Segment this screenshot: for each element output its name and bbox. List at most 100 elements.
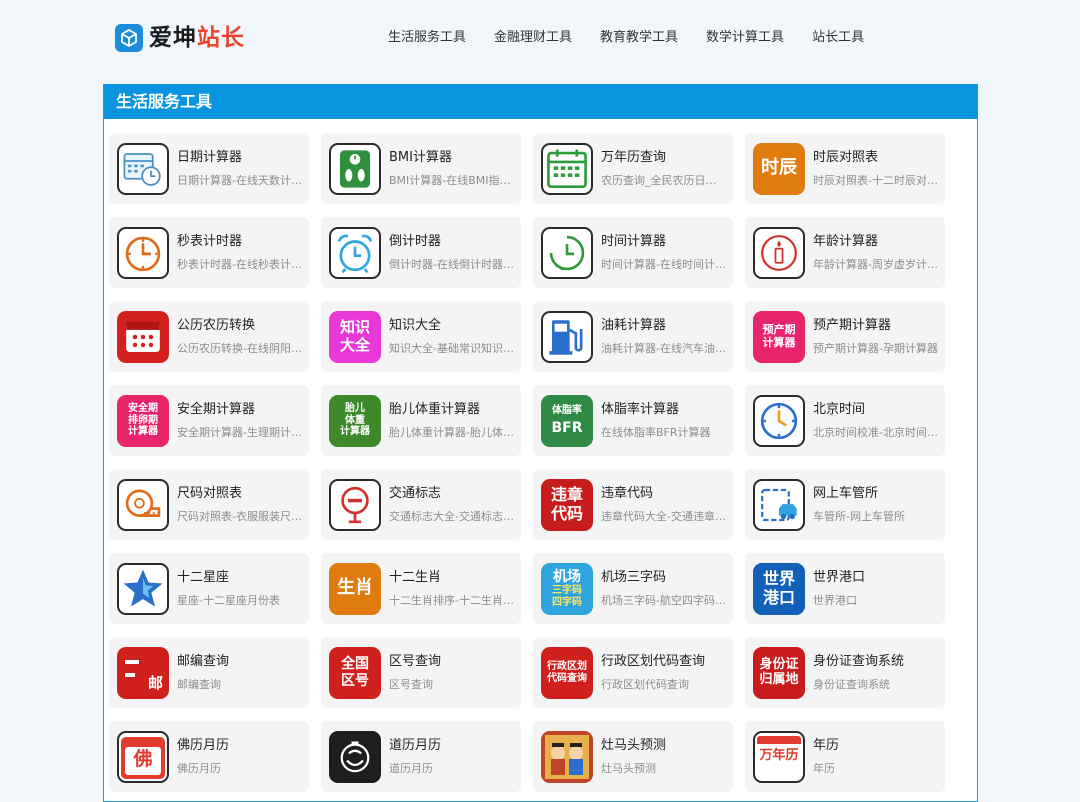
tool-card[interactable]: 邮邮编查询 邮编查询 (109, 637, 309, 708)
icon-label: 三字码 (552, 585, 582, 597)
icon-label: 代码查询 (547, 672, 587, 684)
tool-title[interactable]: 身份证查询系统 (813, 653, 945, 671)
tool-title[interactable]: 交通标志 (389, 485, 521, 503)
tool-card[interactable]: 生肖 十二生肖 十二生肖排序-十二生肖查询 (321, 553, 521, 624)
tool-card[interactable]: 倒计时器 倒计时器-在线倒计时器工具 (321, 217, 521, 288)
tool-text: 万年历查询 农历查询_全民农历日历查询 (601, 149, 733, 189)
site-logo[interactable]: 爱坤站长 (115, 24, 245, 52)
tool-title[interactable]: 预产期计算器 (813, 317, 945, 335)
tool-description: 车管所-网上车管所 (813, 509, 905, 523)
tool-card[interactable]: 秒表计时器 秒表计时器-在线秒表计时器 (109, 217, 309, 288)
tool-title[interactable]: 时间计算器 (601, 233, 733, 251)
tool-card[interactable]: 违章 代码 违章代码 违章代码大全-交通违章代码 (533, 469, 733, 540)
tool-card[interactable]: 油耗计算器油耗计算器-在线汽车油耗计算 (533, 301, 733, 372)
tool-title[interactable]: 日期计算器 (177, 149, 309, 167)
nav-webmaster-tools[interactable]: 站长工具 (812, 29, 864, 47)
tool-text: 区号查询 区号查询 (389, 653, 521, 693)
tool-card[interactable]: 全国 区号 区号查询 区号查询 (321, 637, 521, 708)
tool-card[interactable]: 机场 三字码 四字码 机场三字码 机场三字码-航空四字码查询 (533, 553, 733, 624)
year-calendar-icon: 万年历 (753, 730, 805, 783)
tool-description: 星座-十二星座月份表 (177, 593, 280, 607)
nav-life-tools[interactable]: 生活服务工具 (388, 29, 466, 47)
tool-card[interactable]: 万年历查询 农历查询_全民农历日历查询 (533, 133, 733, 204)
tool-description: 年历 (813, 761, 835, 775)
tool-card[interactable]: 十二星座星座-十二星座月份表 (109, 553, 309, 624)
tool-card[interactable]: 胎儿体重计算器胎儿体重计算器胎儿体重计算器-胎儿体重计算 (321, 385, 521, 456)
tool-text: 公历农历转换公历农历转换-在线阴阳历转换 (177, 317, 309, 357)
tool-title[interactable]: 油耗计算器 (601, 317, 733, 335)
airport-code-icon: 机场 三字码 四字码 (541, 562, 593, 615)
tool-card[interactable]: 身份证 归属地 身份证查询系统 身份证查询系统 (745, 637, 945, 708)
tool-card[interactable]: 行政区划 代码查询 行政区划代码查询 行政区划代码查询 (533, 637, 733, 708)
icon-label: 胎儿 (345, 403, 365, 415)
tool-title[interactable]: 道历月历 (389, 737, 521, 755)
tool-card[interactable]: 预产期 计算器 预产期计算器 预产期计算器-孕期计算器 (745, 301, 945, 372)
due-date-icon: 预产期 计算器 (753, 310, 805, 363)
icon-label: 全国 (341, 656, 369, 673)
tool-card[interactable]: 佛佛历月历 佛历月历 (109, 721, 309, 792)
tool-title[interactable]: 网上车管所 (813, 485, 945, 503)
tool-title[interactable]: 违章代码 (601, 485, 733, 503)
tool-title[interactable]: 十二星座 (177, 569, 309, 587)
tool-title[interactable]: 世界港口 (813, 569, 945, 587)
tool-title[interactable]: BMI计算器 (389, 149, 521, 167)
tool-title[interactable]: 邮编查询 (177, 653, 309, 671)
nav-finance-tools[interactable]: 金融理财工具 (494, 29, 572, 47)
tool-card[interactable]: 灶马头预测 灶马头预测 (533, 721, 733, 792)
tool-text: 道历月历 道历月历 (389, 737, 521, 777)
tool-title[interactable]: 倒计时器 (389, 233, 521, 251)
tool-card[interactable]: 体脂率 BFR 体脂率计算器 在线体脂率BFR计算器 (533, 385, 733, 456)
bfr-icon: 体脂率 BFR (541, 394, 593, 447)
tool-title[interactable]: 区号查询 (389, 653, 521, 671)
tool-description: 邮编查询 (177, 677, 221, 691)
tool-card[interactable]: 道历月历 道历月历 (321, 721, 521, 792)
tool-card[interactable]: BMI计算器 BMI计算器-在线BMI指数计算 (321, 133, 521, 204)
icon-label: BFR (551, 419, 583, 436)
tool-title[interactable]: 知识大全 (389, 317, 521, 335)
icon-label: 世界 (762, 569, 795, 589)
tool-title[interactable]: 万年历查询 (601, 149, 733, 167)
tool-title[interactable]: 公历农历转换 (177, 317, 309, 335)
tool-card[interactable]: 年龄计算器 年龄计算器-周岁虚岁计算器 (745, 217, 945, 288)
tool-card[interactable]: 世界 港口 世界港口 世界港口 (745, 553, 945, 624)
tool-text: 佛历月历 佛历月历 (177, 737, 309, 777)
calendar-convert-icon (117, 310, 169, 363)
icon-label: 知识 (339, 318, 370, 337)
tool-card[interactable]: 公历农历转换公历农历转换-在线阴阳历转换 (109, 301, 309, 372)
tool-description: 行政区划代码查询 (601, 677, 689, 691)
icon-label: 排卵期 (128, 414, 158, 426)
tool-title[interactable]: 时辰对照表 (813, 149, 945, 167)
tool-description: 安全期计算器-生理期计算器 (177, 425, 309, 439)
tool-title[interactable]: 年历 (813, 737, 945, 755)
tool-card[interactable]: 安全期 排卵期 计算器 安全期计算器 安全期计算器-生理期计算器 (109, 385, 309, 456)
tool-title[interactable]: 年龄计算器 (813, 233, 945, 251)
tool-card[interactable]: 交通标志交通标志大全-交通标志图解 (321, 469, 521, 540)
nav-math-tools[interactable]: 数学计算工具 (706, 29, 784, 47)
tool-card[interactable]: 万年历 年历 年历 (745, 721, 945, 792)
tool-card[interactable]: 时间计算器时间计算器-在线时间计算器 (533, 217, 733, 288)
tool-title[interactable]: 灶马头预测 (601, 737, 733, 755)
tool-card[interactable]: 知识 大全 知识大全 知识大全-基础常识知识大全 (321, 301, 521, 372)
tool-title[interactable]: 佛历月历 (177, 737, 309, 755)
tool-title[interactable]: 行政区划代码查询 (601, 653, 733, 671)
tool-card[interactable]: 尺码对照表尺码对照表-衣服服装尺码对照 (109, 469, 309, 540)
tool-card[interactable]: 时辰 时辰对照表 时辰对照表-十二时辰对照表 (745, 133, 945, 204)
tool-title[interactable]: 北京时间 (813, 401, 945, 419)
tool-card[interactable]: 北京时间 北京时间校准-北京时间在线 (745, 385, 945, 456)
tool-title[interactable]: 胎儿体重计算器 (389, 401, 521, 419)
icon-label: 机场 (553, 568, 581, 585)
tool-card[interactable]: 日期计算器 日期计算器-在线天数计算器 (109, 133, 309, 204)
tool-title[interactable]: 秒表计时器 (177, 233, 309, 251)
tool-description: 时间计算器-在线时间计算器 (601, 257, 733, 271)
tool-title[interactable]: 十二生肖 (389, 569, 521, 587)
tool-text: 安全期计算器安全期计算器-生理期计算器 (177, 401, 309, 441)
tool-description: 十二生肖排序-十二生肖查询 (389, 593, 521, 607)
nav-education-tools[interactable]: 教育教学工具 (600, 29, 678, 47)
tool-title[interactable]: 安全期计算器 (177, 401, 309, 419)
tool-title[interactable]: 尺码对照表 (177, 485, 309, 503)
tool-title[interactable]: 机场三字码 (601, 569, 733, 587)
tool-description: 交通标志大全-交通标志图解 (389, 509, 521, 523)
tool-card[interactable]: 网上车管所车管所-网上车管所 (745, 469, 945, 540)
area-code-icon: 全国 区号 (329, 646, 381, 699)
tool-title[interactable]: 体脂率计算器 (601, 401, 733, 419)
